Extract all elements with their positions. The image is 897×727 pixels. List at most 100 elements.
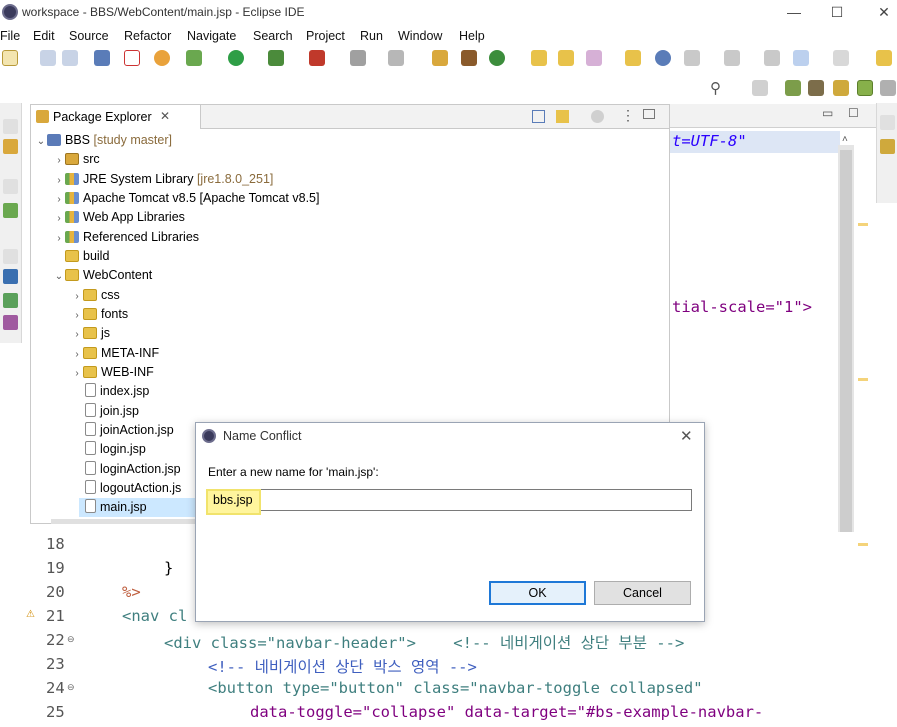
globe-icon[interactable]: [655, 50, 671, 66]
tree-row-webapp-libs[interactable]: › Web App Libraries: [53, 208, 185, 227]
console-icon[interactable]: [3, 269, 18, 284]
overview-marker[interactable]: [858, 543, 868, 546]
outline-icon[interactable]: [3, 203, 18, 218]
maximize-editor-icon[interactable]: ☐: [848, 106, 859, 120]
annotation-icon[interactable]: [586, 50, 602, 66]
last-edit-icon[interactable]: [764, 50, 780, 66]
forward-icon[interactable]: [833, 50, 849, 66]
chevron-right-icon[interactable]: ›: [53, 151, 65, 170]
collapse-all-icon[interactable]: [532, 110, 545, 123]
filter-icon[interactable]: [591, 110, 604, 123]
prev-annotation-icon[interactable]: [724, 50, 740, 66]
run-icon[interactable]: [228, 50, 244, 66]
package-view-icon[interactable]: [3, 139, 18, 154]
close-window-button[interactable]: ✕: [873, 2, 895, 22]
minimize-view-icon[interactable]: [643, 109, 655, 119]
next-annotation-icon[interactable]: [684, 50, 700, 66]
chevron-right-icon[interactable]: ›: [71, 364, 83, 383]
menu-window[interactable]: Window: [398, 29, 442, 43]
menu-refactor[interactable]: Refactor: [124, 29, 171, 43]
new-package-icon[interactable]: [432, 50, 448, 66]
minimize-editor-icon[interactable]: ▭: [822, 106, 833, 120]
tree-row-tomcat[interactable]: › Apache Tomcat v8.5 [Apache Tomcat v8.5]: [53, 189, 319, 208]
tree-row-logoutaction-jsp[interactable]: logoutAction.js: [83, 479, 181, 498]
restore-icon[interactable]: [3, 249, 18, 264]
tree-row-src[interactable]: › src: [53, 150, 99, 170]
run-external-icon[interactable]: [268, 50, 284, 66]
new-class-icon[interactable]: [461, 50, 477, 66]
dialog-close-icon[interactable]: ✕: [680, 427, 693, 445]
pin-icon[interactable]: [876, 50, 892, 66]
open-task-icon[interactable]: [558, 50, 574, 66]
stop-icon[interactable]: [350, 50, 366, 66]
tab-close-icon[interactable]: ✕: [160, 109, 170, 123]
chevron-right-icon[interactable]: ›: [53, 190, 65, 209]
chevron-right-icon[interactable]: ›: [71, 325, 83, 344]
debug-icon[interactable]: [186, 50, 202, 66]
tree-row-build[interactable]: build: [53, 247, 109, 266]
tree-row-index-jsp[interactable]: index.jsp: [83, 382, 149, 401]
tree-row-jre[interactable]: › JRE System Library [jre1.8.0_251]: [53, 170, 273, 189]
menu-file[interactable]: File: [0, 29, 20, 43]
problems-icon[interactable]: [3, 315, 18, 330]
more-perspective-icon[interactable]: [880, 80, 896, 96]
tree-row-fonts[interactable]: › fonts: [71, 305, 128, 324]
tree-row-login-jsp[interactable]: login.jsp: [83, 440, 146, 459]
server-icon[interactable]: [309, 50, 325, 66]
maximize-button[interactable]: ☐: [826, 2, 848, 22]
tree-row-meta-inf[interactable]: › META-INF: [71, 344, 159, 363]
editor-scroll-up-icon[interactable]: ˄: [842, 134, 848, 145]
new-java-icon[interactable]: [489, 50, 505, 66]
chevron-right-icon[interactable]: ›: [53, 229, 65, 248]
restore-icon[interactable]: [3, 179, 18, 194]
chevron-down-icon[interactable]: ⌄: [53, 267, 65, 286]
git-staging-icon[interactable]: [880, 139, 895, 154]
search-icon[interactable]: ⚲: [710, 79, 721, 97]
menu-project[interactable]: Project: [306, 29, 345, 43]
save-icon[interactable]: [40, 50, 56, 66]
skip-breakpoints-icon[interactable]: [124, 50, 140, 66]
tree-row-ref-libs[interactable]: › Referenced Libraries: [53, 228, 199, 247]
cancel-button[interactable]: Cancel: [594, 581, 691, 605]
link-editor-icon[interactable]: [556, 110, 569, 123]
new-name-input[interactable]: [206, 489, 692, 511]
overview-marker[interactable]: [858, 223, 868, 226]
folder-open-icon[interactable]: [625, 50, 641, 66]
debug-perspective-icon[interactable]: [808, 80, 824, 96]
menu-run[interactable]: Run: [360, 29, 383, 43]
tree-row-web-inf[interactable]: › WEB-INF: [71, 363, 153, 383]
java-perspective-icon[interactable]: [857, 80, 873, 96]
tree-row-joinaction-jsp[interactable]: joinAction.jsp: [83, 421, 174, 440]
chevron-right-icon[interactable]: ›: [71, 345, 83, 364]
java-ee-perspective-icon[interactable]: [785, 80, 801, 96]
tab-package-explorer[interactable]: Package Explorer ✕: [31, 105, 201, 129]
fold-icon[interactable]: ⊖: [67, 682, 75, 693]
tree-row-main-jsp[interactable]: main.jsp: [79, 498, 197, 517]
back-icon[interactable]: [793, 50, 809, 66]
tree-row-webcontent[interactable]: ⌄ WebContent: [53, 266, 152, 285]
save-all-icon[interactable]: [62, 50, 78, 66]
restore-icon[interactable]: [3, 119, 18, 134]
servers-icon[interactable]: [3, 293, 18, 308]
build-icon[interactable]: [154, 50, 170, 66]
terminal-icon[interactable]: [94, 50, 110, 66]
tree-row-css[interactable]: › css: [71, 286, 119, 306]
fold-icon[interactable]: ⊖: [67, 634, 75, 645]
new-icon[interactable]: [2, 50, 18, 66]
chevron-right-icon[interactable]: ›: [53, 171, 65, 190]
minimize-button[interactable]: —: [783, 2, 805, 22]
tree-row-loginaction-jsp[interactable]: loginAction.jsp: [83, 460, 181, 479]
menu-source[interactable]: Source: [69, 29, 109, 43]
chevron-right-icon[interactable]: ›: [71, 306, 83, 325]
menu-help[interactable]: Help: [459, 29, 485, 43]
tree-row-js[interactable]: › js: [71, 324, 110, 343]
git-perspective-icon[interactable]: [833, 80, 849, 96]
ok-button[interactable]: OK: [489, 581, 586, 605]
restore-icon[interactable]: [880, 115, 895, 130]
open-perspective-icon[interactable]: [752, 80, 768, 96]
new-name-value[interactable]: bbs.jsp: [213, 493, 253, 507]
overview-marker[interactable]: [858, 378, 868, 381]
chevron-right-icon[interactable]: ›: [53, 209, 65, 228]
chevron-right-icon[interactable]: ›: [71, 287, 83, 306]
tree-row-join-jsp[interactable]: join.jsp: [83, 402, 139, 421]
